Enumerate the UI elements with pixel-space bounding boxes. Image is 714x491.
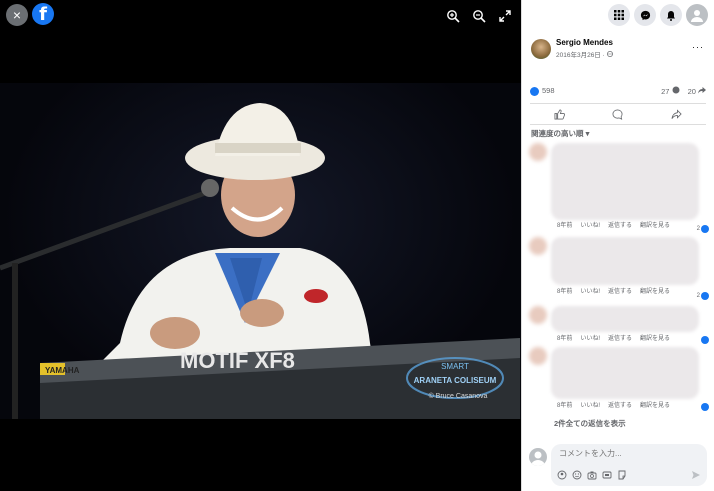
user-avatar[interactable]	[529, 448, 547, 466]
like-reaction-icon	[530, 86, 539, 96]
messenger-icon[interactable]	[634, 4, 656, 26]
top-nav	[608, 4, 708, 26]
send-icon[interactable]	[691, 470, 701, 480]
comment-time[interactable]: 8年前	[557, 223, 572, 230]
post-actions	[530, 103, 706, 125]
camera-icon[interactable]	[587, 470, 597, 480]
commenter-avatar[interactable]	[529, 347, 547, 365]
post-date[interactable]: 2016年3月26日 ·	[556, 49, 613, 59]
more-options-button[interactable]: ···	[692, 42, 704, 52]
share-count[interactable]: 20	[688, 86, 706, 96]
comment-button-icon[interactable]	[612, 109, 623, 120]
comment-like-link[interactable]: いいね!	[580, 289, 600, 296]
comment-like-link[interactable]: いいね!	[580, 223, 600, 230]
keyboard-model-text: MOTIF XF8	[180, 348, 295, 373]
close-icon: ×	[12, 7, 22, 23]
like-count[interactable]: 598	[530, 86, 555, 96]
account-avatar[interactable]	[686, 4, 708, 26]
commenter-avatar[interactable]	[529, 237, 547, 255]
comment-reactions[interactable]	[701, 403, 709, 411]
comment-translate-link[interactable]: 翻訳を見る	[640, 223, 670, 230]
photo-viewer: × f MOTIF XF8 YAMAHA SMART ARANETA COLIS…	[0, 0, 521, 491]
comment-box	[551, 444, 707, 486]
comment-reactions[interactable]	[701, 336, 709, 344]
comment-bubble	[551, 306, 699, 332]
like-button-icon[interactable]	[554, 109, 565, 120]
avatar-sticker-icon[interactable]	[557, 470, 567, 480]
like-reaction-icon	[701, 225, 709, 233]
post-sidebar: Sergio Mendes 2016年3月26日 · ··· 598 27 20…	[521, 0, 714, 491]
comment-reply-link[interactable]: 返信する	[608, 336, 632, 343]
comment-meta: 8年前 いいね! 返信する 翻訳を見る	[557, 336, 670, 343]
comment-count[interactable]: 27	[661, 86, 680, 96]
photo-illustration: MOTIF XF8 YAMAHA SMART ARANETA COLISEUM …	[0, 103, 520, 419]
like-reaction-icon	[701, 292, 709, 300]
comment-composer	[529, 444, 707, 486]
zoom-out-icon[interactable]	[472, 9, 486, 23]
comment-translate-link[interactable]: 翻訳を見る	[640, 289, 670, 296]
globe-icon	[606, 51, 613, 57]
comment-translate-link[interactable]: 翻訳を見る	[640, 336, 670, 343]
comment-time[interactable]: 8年前	[557, 336, 572, 343]
comment-bubble	[551, 143, 699, 220]
comment-like-link[interactable]: いいね!	[580, 336, 600, 343]
watermark-line1: SMART	[441, 362, 469, 371]
show-replies-link[interactable]: 2件全ての返信を表示	[554, 418, 626, 429]
post-stats: 598 27 20	[530, 86, 706, 96]
commenter-avatar[interactable]	[529, 306, 547, 324]
like-reaction-icon	[701, 336, 709, 344]
comment-like-link[interactable]: いいね!	[580, 403, 600, 410]
facebook-logo-text: f	[39, 4, 47, 25]
post-photo: MOTIF XF8 YAMAHA SMART ARANETA COLISEUM …	[0, 83, 521, 419]
facebook-logo[interactable]: f	[32, 3, 54, 25]
gif-icon[interactable]	[602, 470, 612, 480]
zoom-in-icon[interactable]	[446, 9, 460, 23]
share-count-text: 20	[687, 87, 696, 96]
comment-input[interactable]	[559, 449, 699, 458]
comment-time[interactable]: 8年前	[557, 289, 572, 296]
comment-translate-link[interactable]: 翻訳を見る	[640, 403, 670, 410]
comment-count-text: 27	[661, 87, 670, 96]
comment-meta: 8年前 いいね! 返信する 翻訳を見る	[557, 403, 670, 410]
sticker-icon[interactable]	[617, 470, 627, 480]
like-count-text: 598	[542, 86, 555, 96]
composer-tools	[557, 470, 627, 480]
emoji-icon[interactable]	[572, 470, 582, 480]
notifications-bell-icon[interactable]	[660, 4, 682, 26]
close-button[interactable]: ×	[6, 4, 28, 26]
comment-reply-link[interactable]: 返信する	[608, 289, 632, 296]
keyboard-brand-text: YAMAHA	[45, 366, 80, 375]
comment-sort-dropdown[interactable]: 関連度の高い順 ▾	[531, 128, 589, 139]
share-count-icon	[698, 87, 706, 94]
comment-time[interactable]: 8年前	[557, 403, 572, 410]
fullscreen-icon[interactable]	[498, 9, 512, 23]
menu-grid-icon[interactable]	[608, 4, 630, 26]
watermark-line2: ARANETA COLISEUM	[414, 376, 497, 385]
comment-reply-link[interactable]: 返信する	[608, 223, 632, 230]
comment-count-icon	[672, 86, 680, 94]
comment-reactions[interactable]: 2	[697, 225, 709, 233]
photo-credit: © Bruce Casanova	[429, 392, 488, 400]
comment-reaction-count: 2	[696, 226, 700, 232]
comment-reaction-count: 2	[696, 293, 700, 299]
commenter-avatar[interactable]	[529, 143, 547, 161]
post-date-text: 2016年3月26日 ·	[556, 52, 607, 59]
comment-bubble	[551, 347, 699, 399]
comment-reactions[interactable]: 2	[697, 292, 709, 300]
author-avatar[interactable]	[531, 38, 551, 59]
comment-reply-link[interactable]: 返信する	[608, 403, 632, 410]
post-author: Sergio Mendes 2016年3月26日 ·	[531, 38, 613, 59]
author-name[interactable]: Sergio Mendes	[556, 38, 613, 47]
comment-meta: 8年前 いいね! 返信する 翻訳を見る	[557, 289, 670, 296]
comment-meta: 8年前 いいね! 返信する 翻訳を見る	[557, 223, 670, 230]
like-reaction-icon	[701, 403, 709, 411]
share-button-icon[interactable]	[671, 108, 682, 120]
comment-bubble	[551, 237, 699, 285]
